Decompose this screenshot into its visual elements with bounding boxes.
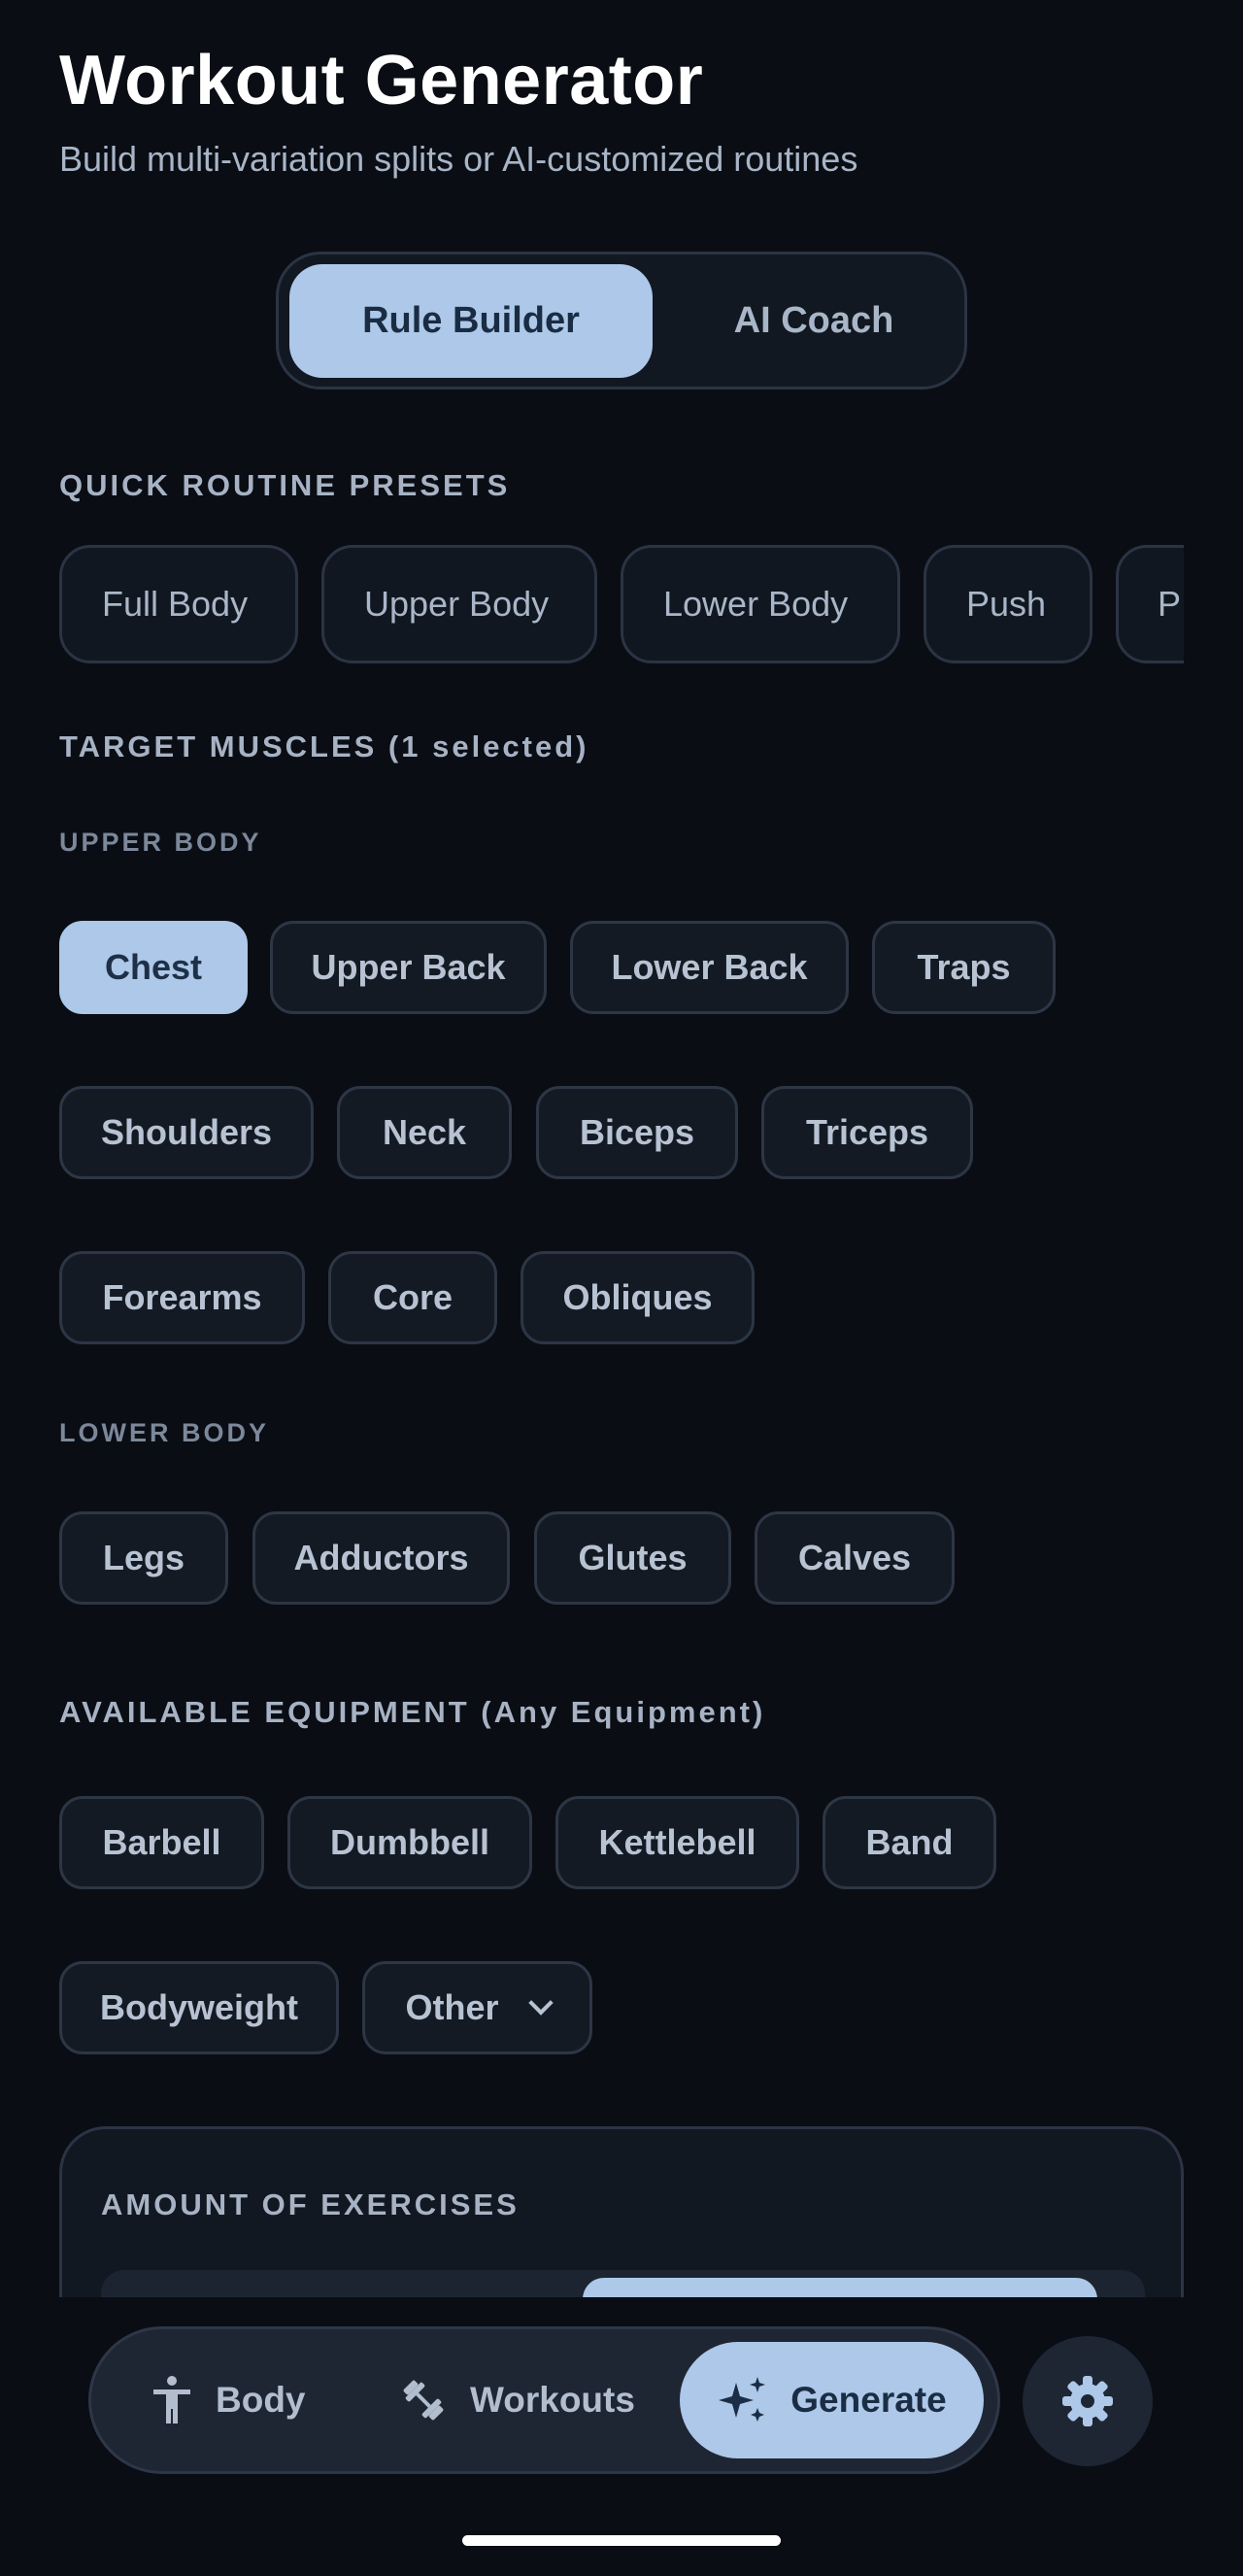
muscle-chip-glutes[interactable]: Glutes <box>534 1511 731 1605</box>
muscle-chip-traps[interactable]: Traps <box>872 921 1056 1014</box>
presets-heading: QUICK ROUTINE PRESETS <box>59 468 511 502</box>
upper-body-label: UPPER BODY <box>59 828 262 857</box>
preset-upper-body[interactable]: Upper Body <box>321 545 597 663</box>
muscle-chip-biceps[interactable]: Biceps <box>536 1086 738 1179</box>
page-subtitle: Build multi-variation splits or AI-custo… <box>59 139 858 179</box>
equipment-other-label: Other <box>405 1987 499 2027</box>
preset-full-body[interactable]: Full Body <box>59 545 298 663</box>
nav-label-workouts: Workouts <box>470 2380 635 2420</box>
ai-coach-tab[interactable]: AI Coach <box>667 264 960 378</box>
nav-item-generate[interactable]: Generate <box>680 2342 984 2458</box>
muscle-chip-calves[interactable]: Calves <box>755 1511 955 1605</box>
muscle-chip-shoulders[interactable]: Shoulders <box>59 1086 314 1179</box>
dumbbell-icon <box>403 2380 444 2421</box>
muscle-chip-neck[interactable]: Neck <box>337 1086 512 1179</box>
person-icon <box>153 2376 190 2423</box>
exercise-amount-heading: AMOUNT OF EXERCISES <box>101 2187 520 2221</box>
page-title: Workout Generator <box>59 42 704 119</box>
preset-lower-body[interactable]: Lower Body <box>621 545 900 663</box>
mode-toggle: Rule Builder AI Coach <box>276 252 967 390</box>
settings-button[interactable] <box>1023 2336 1153 2466</box>
nav-item-body[interactable]: Body <box>150 2342 306 2458</box>
equipment-chip-bodyweight[interactable]: Bodyweight <box>59 1961 339 2054</box>
rule-builder-tab[interactable]: Rule Builder <box>289 264 653 378</box>
sparkle-icon <box>719 2377 766 2422</box>
bottom-nav: Body Workouts Generate <box>88 2326 1000 2474</box>
muscle-chip-core[interactable]: Core <box>328 1251 497 1344</box>
muscle-chip-adductors[interactable]: Adductors <box>252 1511 510 1605</box>
preset-partial[interactable]: P <box>1116 545 1184 663</box>
muscle-chip-chest[interactable]: Chest <box>59 921 248 1014</box>
muscle-chip-obliques[interactable]: Obliques <box>521 1251 755 1344</box>
equipment-chip-dumbbell[interactable]: Dumbbell <box>287 1796 532 1889</box>
muscle-chip-triceps[interactable]: Triceps <box>761 1086 973 1179</box>
nav-item-workouts[interactable]: Workouts <box>398 2342 635 2458</box>
equipment-heading: AVAILABLE EQUIPMENT (Any Equipment) <box>59 1695 766 1729</box>
home-indicator[interactable] <box>462 2535 781 2546</box>
nav-label-body: Body <box>216 2380 306 2420</box>
chevron-down-icon <box>527 1990 554 2016</box>
equipment-other-dropdown[interactable]: Other <box>362 1961 592 2054</box>
muscle-chip-lower-back[interactable]: Lower Back <box>570 921 849 1014</box>
preset-push[interactable]: Push <box>924 545 1092 663</box>
equipment-chip-band[interactable]: Band <box>823 1796 996 1889</box>
muscle-chip-legs[interactable]: Legs <box>59 1511 228 1605</box>
muscle-chip-upper-back[interactable]: Upper Back <box>270 921 547 1014</box>
muscle-chip-forearms[interactable]: Forearms <box>59 1251 305 1344</box>
gear-icon <box>1062 2376 1113 2426</box>
nav-label-generate: Generate <box>790 2380 947 2420</box>
equipment-chip-kettlebell[interactable]: Kettlebell <box>555 1796 799 1889</box>
equipment-chip-barbell[interactable]: Barbell <box>59 1796 264 1889</box>
lower-body-label: LOWER BODY <box>59 1418 269 1447</box>
target-muscles-heading: TARGET MUSCLES (1 selected) <box>59 729 589 763</box>
presets-scroller[interactable]: Full Body Upper Body Lower Body Push P <box>59 545 1184 665</box>
